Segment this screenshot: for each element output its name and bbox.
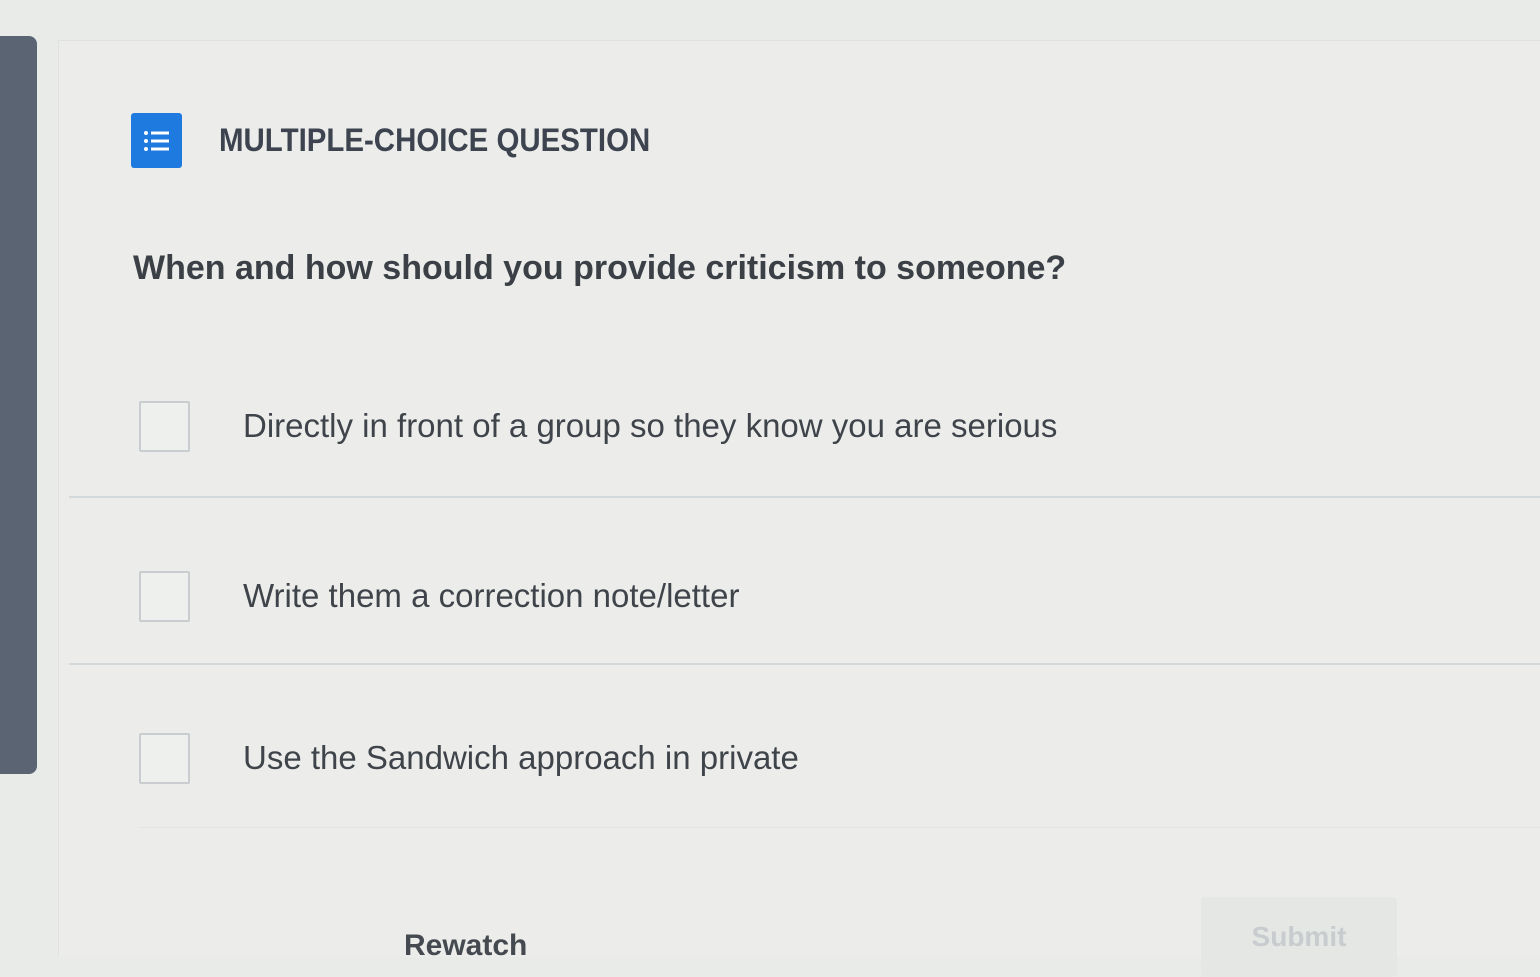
answer-option-1[interactable]: Directly in front of a group so they kno… (69, 351, 1540, 501)
question-type-title: MULTIPLE-CHOICE QUESTION (219, 122, 651, 158)
answer-checkbox-3[interactable] (139, 732, 190, 784)
question-card: MULTIPLE-CHOICE QUESTION When and how sh… (58, 40, 1540, 977)
answer-label-3: Use the Sandwich approach in private (243, 739, 799, 776)
answer-checkbox-2[interactable] (139, 570, 190, 622)
submit-button[interactable]: Submit (1201, 897, 1397, 977)
answer-option-2[interactable]: Write them a correction note/letter (69, 521, 1540, 671)
footer-divider (139, 827, 1540, 828)
question-text: When and how should you provide criticis… (133, 249, 1067, 287)
option-divider (69, 496, 1540, 498)
answer-label-2: Write them a correction note/letter (243, 577, 740, 614)
answer-label-1: Directly in front of a group so they kno… (243, 407, 1058, 444)
list-icon (131, 113, 182, 168)
question-header: MULTIPLE-CHOICE QUESTION (131, 113, 688, 168)
left-side-panel (0, 36, 37, 774)
answer-option-3[interactable]: Use the Sandwich approach in private (69, 683, 1540, 833)
option-divider (69, 663, 1540, 665)
answer-checkbox-1[interactable] (139, 400, 190, 452)
rewatch-button[interactable]: Rewatch (404, 929, 527, 963)
